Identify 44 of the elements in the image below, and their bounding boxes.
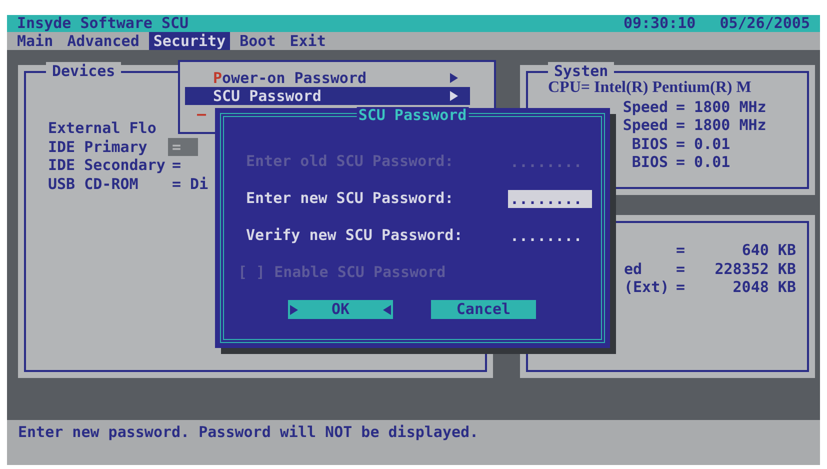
- memory-amount: 2048 KB: [732, 278, 796, 296]
- device-label: External Flo: [48, 119, 158, 138]
- memory-equals: =: [676, 241, 686, 260]
- window-title: Insyde Software SCU: [17, 15, 189, 32]
- menu-tab[interactable]: Boot: [236, 32, 280, 50]
- device-value[interactable]: =: [168, 156, 198, 174]
- system-label: BIOS: [630, 153, 669, 172]
- menu-tab[interactable]: Exit: [286, 32, 330, 50]
- device-label: IDE Secondary: [48, 156, 166, 174]
- device-value[interactable]: = Di: [168, 174, 208, 193]
- clock-time: 09:30:10: [623, 15, 696, 32]
- dropdown-item[interactable]: SCU Password: [185, 87, 470, 105]
- system-value: = 1800 MHz: [676, 98, 766, 116]
- memory-amount: 228352 KB: [714, 260, 796, 278]
- password-field[interactable]: ........: [508, 226, 592, 244]
- system-label: Speed: [622, 116, 669, 134]
- device-label: IDE Primary: [48, 138, 148, 156]
- menu-tab[interactable]: Security: [149, 32, 230, 50]
- memory-equals: =: [676, 278, 686, 296]
- menu-tab[interactable]: Advanced: [63, 32, 144, 50]
- password-field[interactable]: ........: [508, 190, 592, 208]
- selection-marker-icon: [290, 304, 298, 314]
- dropdown-item[interactable]: Power-on Password: [185, 69, 470, 87]
- system-value: = 1800 MHz: [676, 116, 766, 134]
- memory-label: ed: [624, 260, 642, 278]
- system-value: = 0.01: [676, 134, 730, 153]
- panel-title: Systen: [548, 62, 614, 80]
- status-message: Enter new password. Password will NOT be displayed.: [18, 423, 479, 441]
- cpu-info: CPU= Intel(R) Pentium(R) M: [548, 79, 752, 98]
- device-label: USB CD-ROM: [48, 174, 140, 193]
- field-label: Enter new SCU Password:: [246, 188, 455, 210]
- field-label: Verify new SCU Password:: [246, 225, 464, 246]
- memory-label: (Ext): [624, 278, 670, 296]
- menu-tab[interactable]: Main: [13, 32, 58, 50]
- dialog-title: SCU Password: [356, 107, 469, 123]
- system-label: Speed: [622, 98, 669, 116]
- system-label: BIOS: [630, 134, 669, 153]
- date: 05/26/2005: [720, 15, 810, 32]
- selection-marker-icon: [383, 304, 391, 314]
- dialog-button[interactable]: OK: [288, 300, 393, 319]
- dialog-button[interactable]: Cancel: [431, 300, 536, 319]
- memory-amount: 640 KB: [740, 241, 796, 260]
- system-value: = 0.01: [676, 153, 730, 172]
- memory-equals: =: [676, 260, 686, 278]
